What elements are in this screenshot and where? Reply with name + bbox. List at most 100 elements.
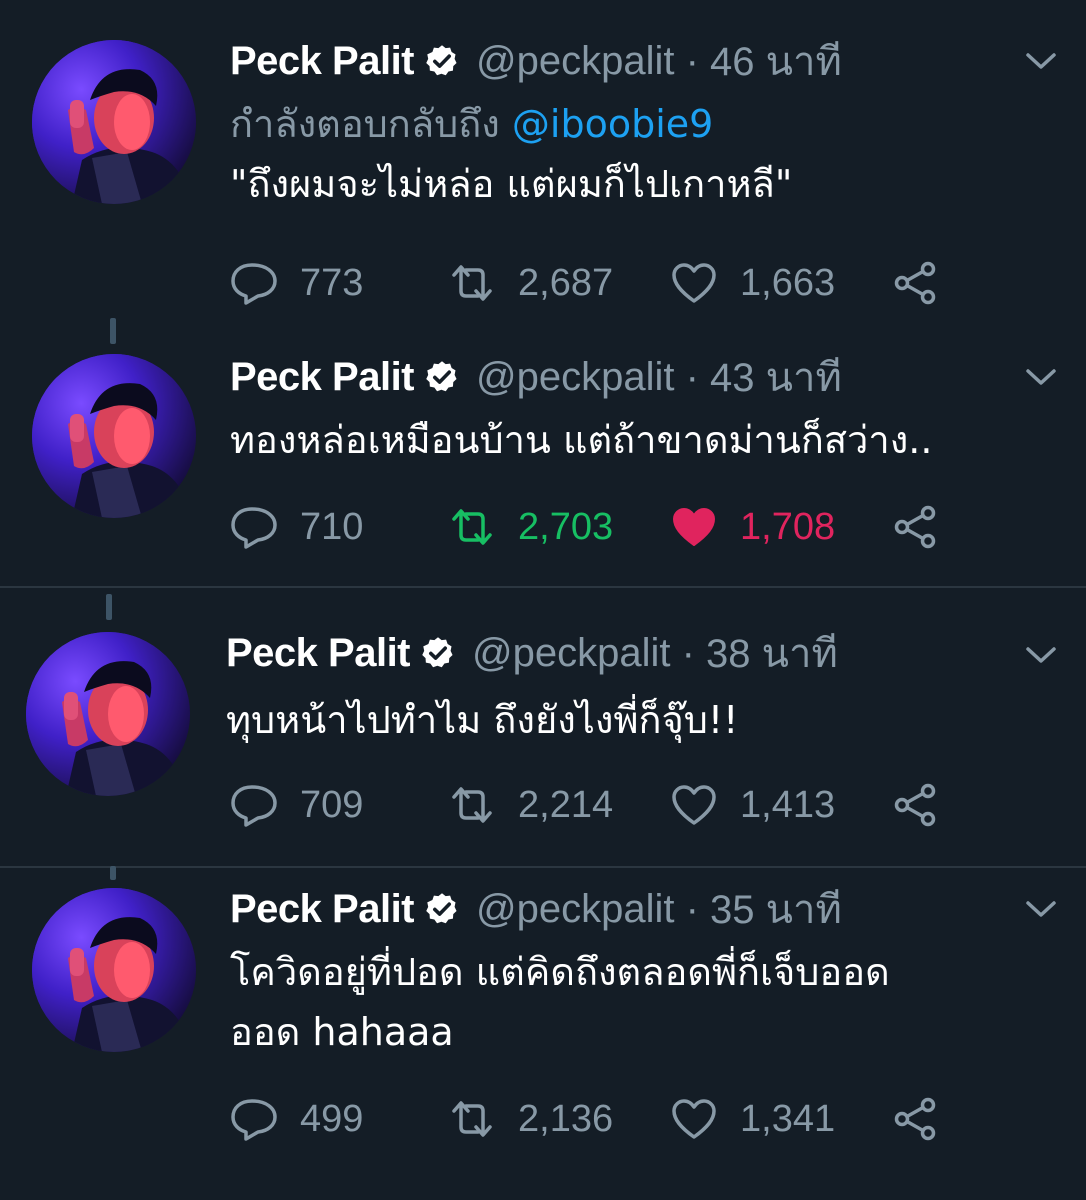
like-button[interactable]: 1,341	[670, 1094, 835, 1144]
tweet-header: Peck Palit @peckpalit · 38 นาที	[226, 628, 838, 678]
retweet-count: 2,214	[518, 783, 614, 826]
tweet-header: Peck Palit @peckpalit · 43 นาที	[230, 352, 842, 402]
avatar[interactable]	[26, 632, 190, 796]
retweet-icon	[448, 261, 496, 305]
verified-badge-icon	[424, 359, 460, 395]
retweet-icon	[448, 1097, 496, 1141]
tweet-body-line-1: โควิดอยู่ที่ปอด แต่คิดถึงตลอดพี่ก็เจ็บออ…	[230, 950, 890, 994]
verified-badge-icon	[420, 635, 456, 671]
thread-connector	[106, 594, 112, 620]
mention-link[interactable]: @iboobie9	[512, 102, 713, 146]
separator-dot: ·	[670, 630, 707, 675]
reply-icon	[230, 505, 278, 549]
display-name[interactable]: Peck Palit	[230, 887, 415, 932]
retweet-count: 2,136	[518, 1097, 614, 1140]
chevron-down-icon[interactable]	[1024, 50, 1058, 72]
reply-context: กำลังตอบกลับถึง @iboobie9	[230, 94, 1060, 154]
tweet-text: โควิดอยู่ที่ปอด แต่คิดถึงตลอดพี่ก็เจ็บออ…	[230, 942, 1060, 1062]
separator-dot: ·	[674, 886, 711, 931]
reply-count: 499	[300, 1097, 364, 1140]
tweet-text: ทุบหน้าไปทำไม ถึงยังไงพี่ก็จุ๊บ!!	[226, 690, 1056, 750]
reply-button[interactable]: 710	[230, 502, 363, 552]
tweet-text: กำลังตอบกลับถึง @iboobie9 "ถึงผมจะไม่หล่…	[230, 94, 1060, 214]
like-button[interactable]: 1,663	[670, 258, 835, 308]
retweet-button[interactable]: 2,214	[448, 780, 613, 830]
like-icon	[670, 505, 718, 549]
handle[interactable]: @peckpalit	[476, 355, 674, 400]
tweet-header: Peck Palit @peckpalit · 35 นาที	[230, 884, 842, 934]
timestamp[interactable]: 46 นาที	[710, 29, 842, 93]
profile-photo	[32, 40, 196, 204]
like-icon	[670, 261, 718, 305]
reply-icon	[230, 1097, 278, 1141]
like-icon	[670, 783, 718, 827]
reply-icon	[230, 783, 278, 827]
tweet-body: "ถึงผมจะไม่หล่อ แต่ผมก็ไปเกาหลี"	[230, 162, 793, 206]
timestamp[interactable]: 43 นาที	[710, 345, 842, 409]
profile-photo	[32, 888, 196, 1052]
tweet-header: Peck Palit @peckpalit · 46 นาที	[230, 36, 842, 86]
reply-count: 773	[300, 261, 364, 304]
tweet-actions: 709 2,214 1,413	[230, 780, 990, 830]
like-icon	[670, 1097, 718, 1141]
share-icon	[892, 261, 940, 305]
tweet-divider	[0, 586, 1086, 588]
chevron-down-icon[interactable]	[1024, 644, 1058, 666]
avatar[interactable]	[32, 888, 196, 1052]
handle[interactable]: @peckpalit	[476, 39, 674, 84]
separator-dot: ·	[674, 38, 711, 83]
like-count: 1,341	[740, 1097, 836, 1140]
profile-photo	[26, 632, 190, 796]
verified-badge-icon	[424, 43, 460, 79]
separator-dot: ·	[674, 354, 711, 399]
tweet-body: ทองหล่อเหมือนบ้าน แต่ถ้าขาดม่านก็สว่าง..	[230, 418, 933, 462]
retweet-button[interactable]: 2,136	[448, 1094, 613, 1144]
share-button[interactable]	[892, 502, 962, 552]
tweet-actions: 773 2,687 1,663	[230, 258, 990, 308]
thread-connector	[110, 318, 116, 344]
thread-connector	[110, 866, 116, 880]
share-button[interactable]	[892, 1094, 962, 1144]
retweet-button[interactable]: 2,703	[448, 502, 613, 552]
share-button[interactable]	[892, 258, 962, 308]
timestamp[interactable]: 35 นาที	[710, 877, 842, 941]
reply-count: 710	[300, 505, 364, 548]
display-name[interactable]: Peck Palit	[226, 631, 411, 676]
tweet-body: ทุบหน้าไปทำไม ถึงยังไงพี่ก็จุ๊บ!!	[226, 698, 739, 742]
verified-badge-icon	[424, 891, 460, 927]
like-count: 1,413	[740, 783, 836, 826]
retweet-button[interactable]: 2,687	[448, 258, 613, 308]
retweet-icon	[448, 783, 496, 827]
chevron-down-icon[interactable]	[1024, 366, 1058, 388]
tweet-text: ทองหล่อเหมือนบ้าน แต่ถ้าขาดม่านก็สว่าง..	[230, 410, 1060, 470]
share-button[interactable]	[892, 780, 962, 830]
tweet-body-line-2: ออด hahaaa	[230, 1010, 454, 1054]
reply-button[interactable]: 773	[230, 258, 363, 308]
like-button[interactable]: 1,708	[670, 502, 835, 552]
tweet-actions: 499 2,136 1,341	[230, 1094, 990, 1144]
handle[interactable]: @peckpalit	[472, 631, 670, 676]
handle[interactable]: @peckpalit	[476, 887, 674, 932]
like-count: 1,708	[740, 505, 836, 548]
retweet-count: 2,687	[518, 261, 614, 304]
avatar[interactable]	[32, 40, 196, 204]
reply-prefix: กำลังตอบกลับถึง	[230, 102, 500, 146]
share-icon	[892, 505, 940, 549]
tweet-divider	[0, 866, 1086, 868]
like-count: 1,663	[740, 261, 836, 304]
share-icon	[892, 1097, 940, 1141]
timestamp[interactable]: 38 นาที	[706, 621, 838, 685]
like-button[interactable]: 1,413	[670, 780, 835, 830]
reply-button[interactable]: 499	[230, 1094, 363, 1144]
profile-photo	[32, 354, 196, 518]
retweet-count: 2,703	[518, 505, 614, 548]
reply-icon	[230, 261, 278, 305]
display-name[interactable]: Peck Palit	[230, 355, 415, 400]
chevron-down-icon[interactable]	[1024, 898, 1058, 920]
reply-count: 709	[300, 783, 364, 826]
share-icon	[892, 783, 940, 827]
avatar[interactable]	[32, 354, 196, 518]
retweet-icon	[448, 505, 496, 549]
reply-button[interactable]: 709	[230, 780, 363, 830]
display-name[interactable]: Peck Palit	[230, 39, 415, 84]
